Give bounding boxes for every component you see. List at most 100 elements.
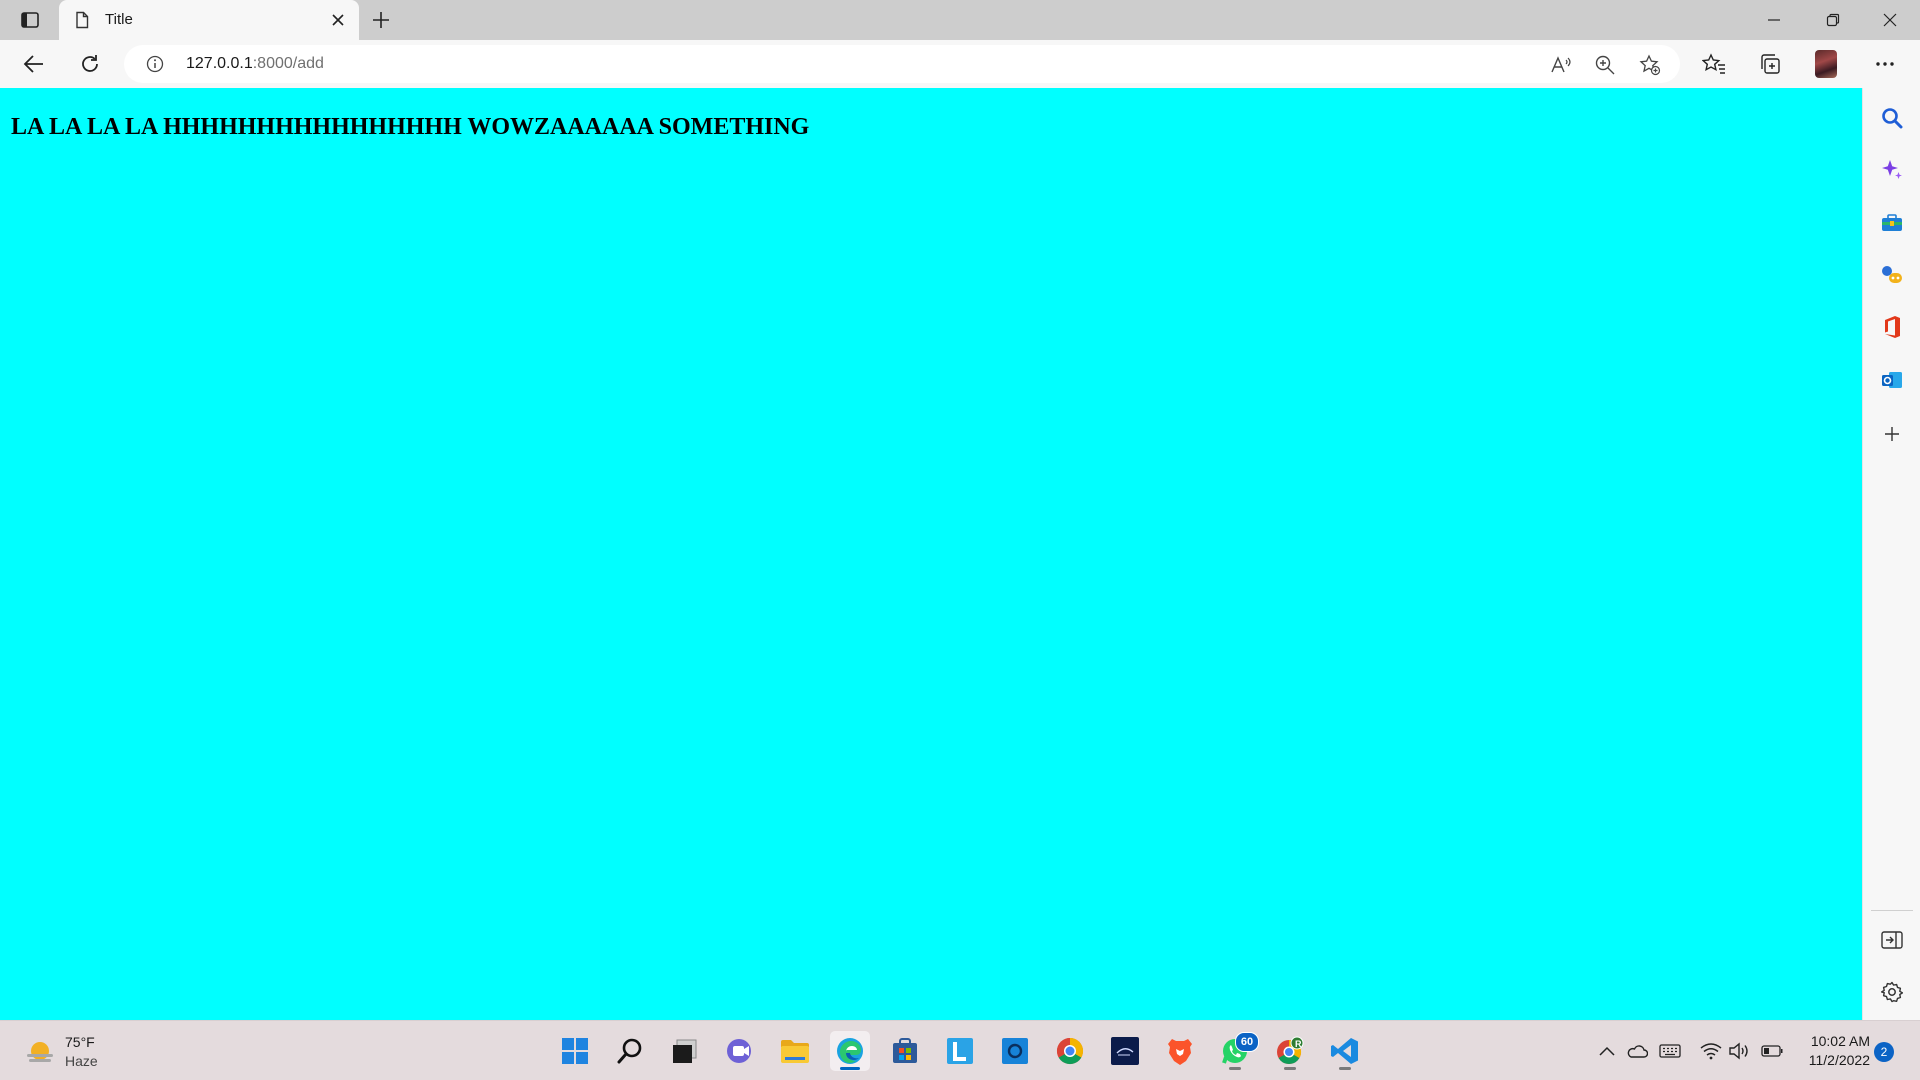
- favorites-button[interactable]: [1698, 49, 1730, 79]
- sidebar-add-button[interactable]: [1878, 420, 1906, 448]
- browser-toolbar: 127.0.0.1:8000/add: [0, 40, 1920, 88]
- disney-plus-icon: [1111, 1037, 1139, 1065]
- chevron-up-icon: [1599, 1046, 1615, 1056]
- sidebar-tools-button[interactable]: [1878, 209, 1906, 237]
- outlook-icon: [1882, 372, 1902, 388]
- close-window-button[interactable]: [1862, 0, 1918, 40]
- windows-taskbar: 75°F Haze 60 R 10:02 AM 11/2/2022 2: [0, 1020, 1920, 1080]
- weather-widget[interactable]: 75°F Haze: [24, 1031, 144, 1071]
- battery-icon: [1761, 1045, 1783, 1057]
- whatsapp-button[interactable]: 60: [1215, 1031, 1259, 1071]
- cloud-icon: [1627, 1045, 1648, 1058]
- address-url[interactable]: 127.0.0.1:8000/add: [186, 55, 324, 73]
- zoom-button[interactable]: [1594, 54, 1616, 76]
- keyboard-icon: [1659, 1044, 1681, 1058]
- clock-time: 10:02 AM: [1810, 1033, 1870, 1049]
- new-tab-icon[interactable]: [368, 8, 394, 32]
- task-view-button[interactable]: [665, 1031, 705, 1071]
- running-indicator: [840, 1067, 860, 1070]
- show-hidden-icons-button[interactable]: [1596, 1040, 1618, 1062]
- chrome-button[interactable]: [1050, 1031, 1090, 1071]
- blue-app-button[interactable]: [995, 1031, 1035, 1071]
- page-content: LA LA LA LA HHHHHHHHHHHHHHHH WOWZAAAAAA …: [0, 88, 1862, 1020]
- file-explorer-button[interactable]: [775, 1031, 815, 1071]
- teams-chat-button[interactable]: [720, 1031, 760, 1071]
- app-icon: [1002, 1038, 1028, 1064]
- copilot-icon: [1882, 160, 1902, 179]
- clock-widget[interactable]: 10:02 AM 11/2/2022: [1790, 1032, 1870, 1070]
- games-icon: [1882, 266, 1902, 283]
- restore-button[interactable]: [1805, 0, 1861, 40]
- battery-button[interactable]: [1761, 1040, 1783, 1062]
- teams-icon: [727, 1039, 751, 1063]
- wifi-icon: [1700, 1043, 1722, 1060]
- sidebar-divider: [1871, 910, 1913, 911]
- tools-icon: [1882, 214, 1902, 231]
- back-button[interactable]: [18, 49, 50, 79]
- hide-sidebar-button[interactable]: [1878, 926, 1906, 954]
- profile-avatar[interactable]: [1815, 50, 1837, 78]
- running-indicator: [1229, 1067, 1241, 1070]
- brave-button[interactable]: [1160, 1031, 1200, 1071]
- add-favorite-button[interactable]: [1639, 54, 1661, 76]
- weather-condition: Haze: [65, 1053, 98, 1069]
- sidebar-office-button[interactable]: [1878, 313, 1906, 341]
- edge-sidebar: [1862, 88, 1920, 1020]
- sidebar-outlook-button[interactable]: [1878, 366, 1906, 394]
- running-indicator: [1284, 1067, 1296, 1070]
- back-arrow-icon: [23, 55, 43, 73]
- close-tab-icon[interactable]: [329, 11, 347, 29]
- site-info-icon[interactable]: [146, 55, 164, 73]
- disney-plus-button[interactable]: [1105, 1031, 1145, 1071]
- vscode-button[interactable]: [1325, 1031, 1365, 1071]
- refresh-icon: [82, 55, 98, 72]
- chrome-profile-button[interactable]: R: [1270, 1031, 1310, 1071]
- search-icon: [1882, 108, 1903, 129]
- search-icon: [617, 1038, 642, 1064]
- tab-actions-button[interactable]: [14, 8, 46, 32]
- hide-sidebar-icon: [1881, 931, 1903, 949]
- file-explorer-icon: [781, 1040, 809, 1063]
- address-bar[interactable]: 127.0.0.1:8000/add: [124, 45, 1680, 83]
- star-add-icon: [1639, 54, 1661, 76]
- collections-icon: [1761, 54, 1780, 74]
- read-aloud-button[interactable]: [1550, 54, 1572, 76]
- more-icon: [1876, 62, 1894, 66]
- store-button[interactable]: [885, 1031, 925, 1071]
- touch-keyboard-button[interactable]: [1659, 1040, 1681, 1062]
- start-button[interactable]: [555, 1031, 595, 1071]
- settings-more-button[interactable]: [1869, 49, 1901, 79]
- sidebar-copilot-button[interactable]: [1878, 156, 1906, 184]
- browser-tab[interactable]: Title: [59, 0, 359, 40]
- zoom-icon: [1595, 55, 1615, 75]
- l-app-icon: [947, 1038, 973, 1064]
- add-icon: [1885, 427, 1899, 441]
- notification-badge[interactable]: 2: [1874, 1042, 1894, 1062]
- sidebar-games-button[interactable]: [1878, 261, 1906, 289]
- running-indicator: [1339, 1067, 1351, 1070]
- whatsapp-badge: 60: [1235, 1032, 1259, 1052]
- edge-button[interactable]: [830, 1031, 870, 1071]
- onedrive-button[interactable]: [1626, 1040, 1648, 1062]
- chrome-icon: [1056, 1037, 1084, 1065]
- l-app-button[interactable]: [940, 1031, 980, 1071]
- sidebar-settings-button[interactable]: [1878, 978, 1906, 1006]
- collections-button[interactable]: [1754, 49, 1786, 79]
- tab-title: Title: [105, 11, 133, 28]
- tab-actions-icon: [21, 12, 39, 28]
- taskbar-search-button[interactable]: [610, 1031, 650, 1071]
- task-view-icon: [673, 1039, 697, 1063]
- vscode-icon: [1331, 1038, 1358, 1064]
- weather-haze-icon: [27, 1042, 53, 1062]
- wifi-button[interactable]: [1700, 1040, 1722, 1062]
- store-icon: [893, 1038, 917, 1063]
- sidebar-search-button[interactable]: [1878, 104, 1906, 132]
- start-icon: [562, 1038, 588, 1064]
- refresh-button[interactable]: [74, 49, 106, 79]
- volume-button[interactable]: [1728, 1040, 1750, 1062]
- clock-date: 11/2/2022: [1808, 1052, 1870, 1068]
- page-heading: LA LA LA LA HHHHHHHHHHHHHHHH WOWZAAAAAA …: [11, 114, 810, 140]
- minimize-button[interactable]: [1746, 0, 1802, 40]
- office-icon: [1885, 316, 1900, 338]
- weather-temp: 75°F: [65, 1034, 95, 1050]
